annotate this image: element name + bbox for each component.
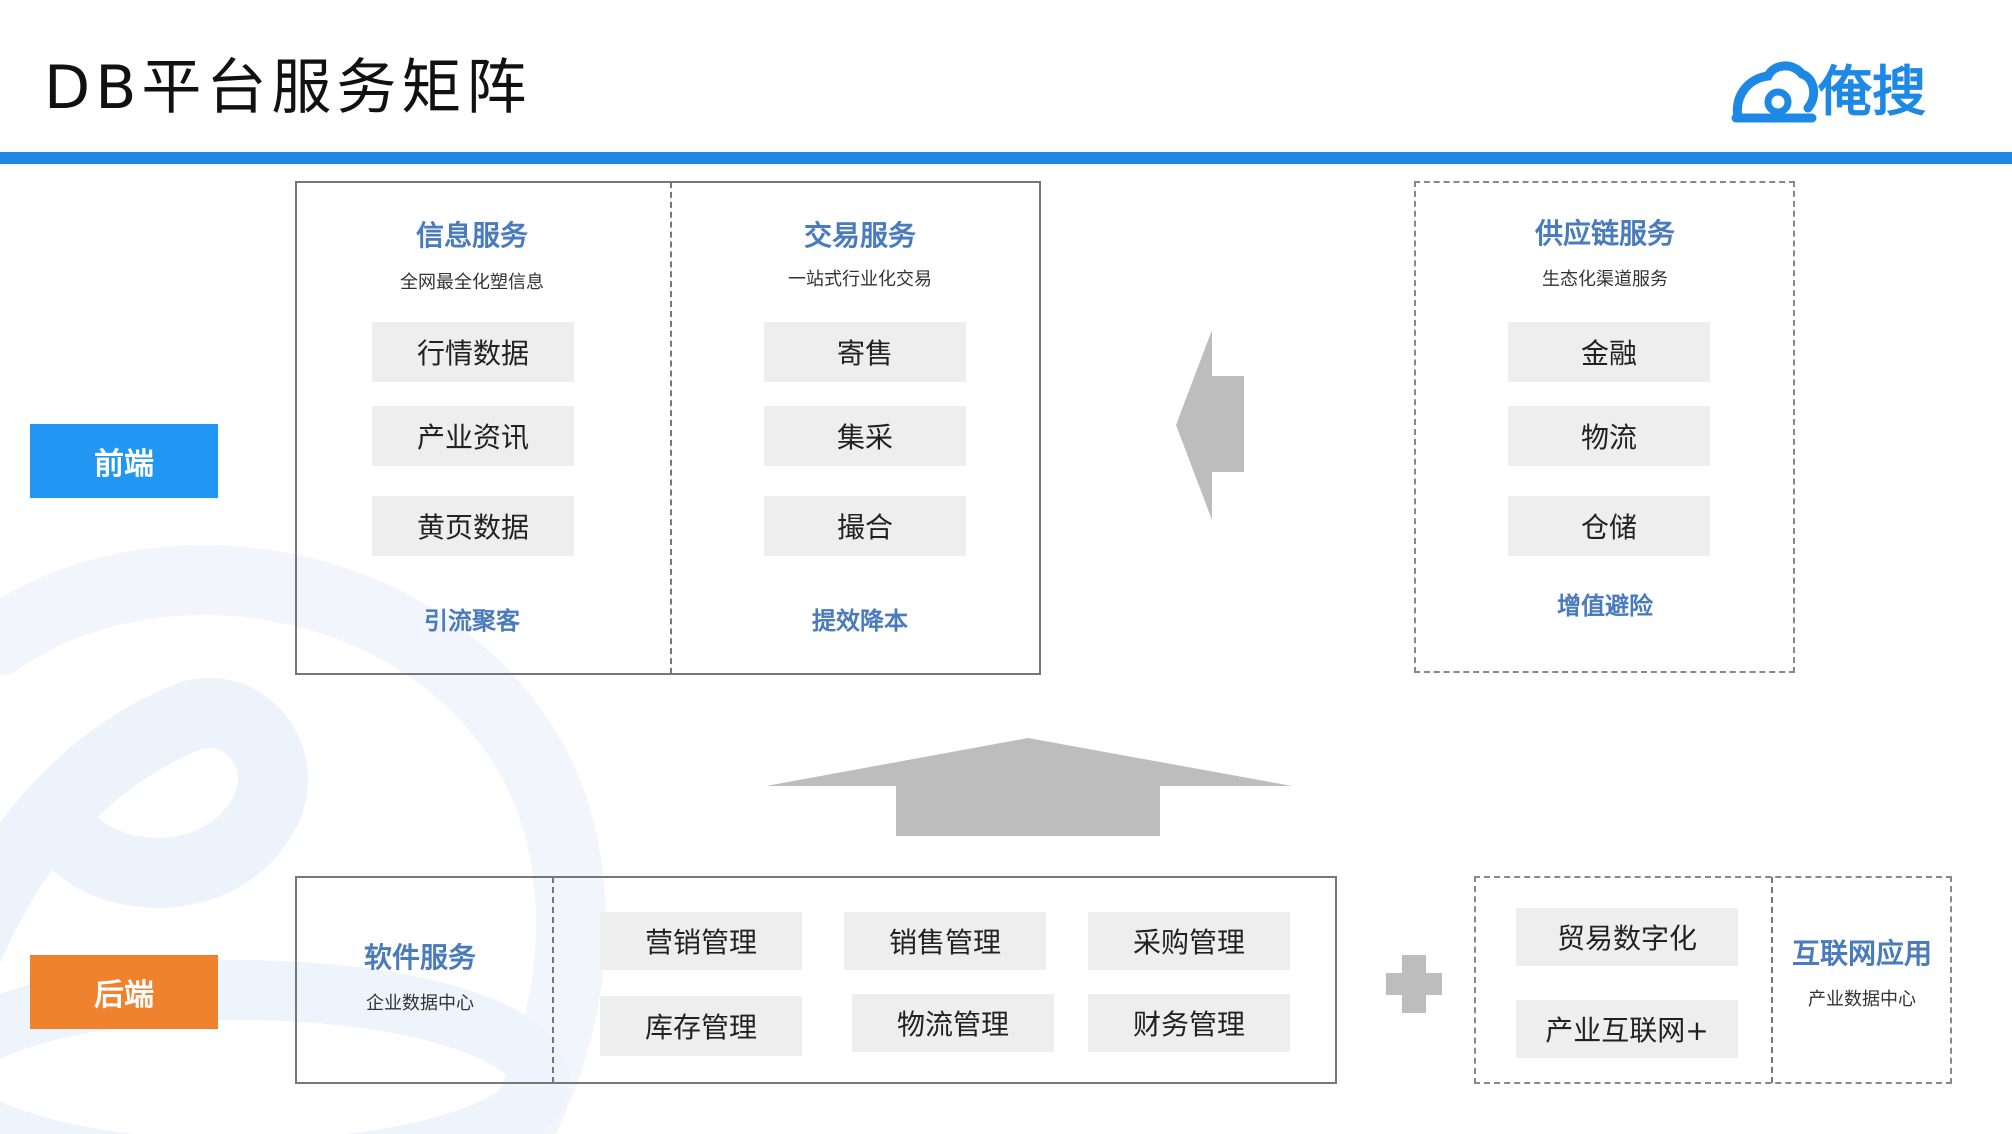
trade-service-footer: 提效降本	[812, 607, 908, 635]
back-label: 后端	[30, 955, 218, 1029]
brand-logo-text: 俺搜	[1818, 60, 1926, 123]
software-service-frame	[295, 876, 1337, 1084]
software-service-divider	[552, 877, 554, 1083]
chip-yellow-pages: 黄页数据	[372, 496, 574, 556]
internet-app-title: 互联网应用	[1791, 937, 1932, 970]
brand-logo: 俺搜	[1728, 54, 1932, 130]
chip-inventory-mgmt: 库存管理	[600, 996, 802, 1056]
up-arrow-icon	[766, 738, 1292, 836]
software-service-title: 软件服务	[363, 941, 476, 974]
supply-service-title: 供应链服务	[1534, 217, 1675, 250]
page-title: DB平台服务矩阵	[44, 53, 532, 123]
internet-app-divider	[1771, 877, 1773, 1083]
chip-logistics-mgmt: 物流管理	[852, 994, 1054, 1052]
internet-app-subtitle: 产业数据中心	[1808, 989, 1916, 1010]
chip-consignment: 寄售	[764, 322, 966, 382]
chip-market-data: 行情数据	[372, 322, 574, 382]
slide: DB平台服务矩阵 俺搜 前端 后端 信息服务 全网最全化塑信息 行情数据 产业资…	[0, 0, 2012, 1134]
plus-icon	[1386, 955, 1442, 1013]
chip-finance-mgmt: 财务管理	[1088, 994, 1290, 1052]
chip-warehousing: 仓储	[1508, 496, 1710, 556]
chip-trade-digitalization: 贸易数字化	[1516, 908, 1738, 966]
info-service-footer: 引流聚客	[424, 607, 520, 635]
software-service-subtitle: 企业数据中心	[366, 993, 474, 1014]
chip-industry-news: 产业资讯	[372, 406, 574, 466]
front-label: 前端	[30, 424, 218, 498]
chip-logistics: 物流	[1508, 406, 1710, 466]
brand-logo-icon	[1731, 61, 1819, 123]
info-service-subtitle: 全网最全化塑信息	[400, 272, 544, 293]
left-arrow-icon	[1176, 330, 1244, 520]
chip-marketing-mgmt: 营销管理	[600, 912, 802, 970]
front-services-divider	[670, 182, 672, 674]
trade-service-subtitle: 一站式行业化交易	[788, 269, 932, 290]
chip-group-purchase: 集采	[764, 406, 966, 466]
supply-service-footer: 增值避险	[1557, 592, 1653, 620]
supply-service-subtitle: 生态化渠道服务	[1542, 269, 1668, 290]
header-divider	[0, 152, 2012, 164]
chip-matchmaking: 撮合	[764, 496, 966, 556]
chip-industrial-internet: 产业互联网+	[1516, 1000, 1738, 1058]
trade-service-title: 交易服务	[803, 219, 916, 252]
chip-sales-mgmt: 销售管理	[844, 912, 1046, 970]
chip-finance: 金融	[1508, 322, 1710, 382]
info-service-title: 信息服务	[415, 219, 528, 252]
chip-procurement-mgmt: 采购管理	[1088, 912, 1290, 970]
